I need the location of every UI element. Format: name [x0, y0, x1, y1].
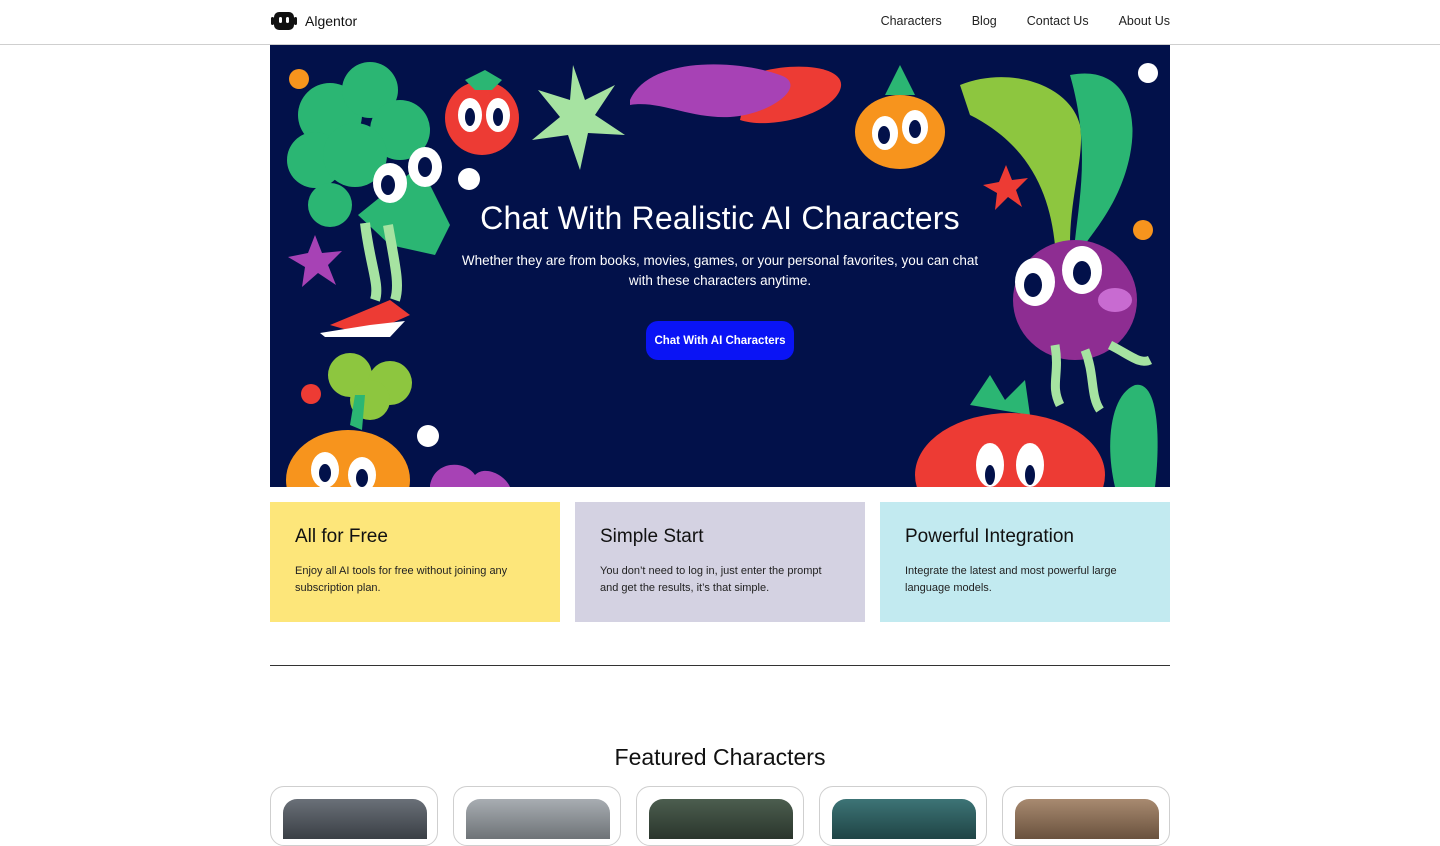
hero-title: Chat With Realistic AI Characters	[480, 200, 960, 236]
tomato-character-illustration	[445, 70, 519, 155]
feature-title: Powerful Integration	[905, 526, 1074, 547]
character-thumbnail	[832, 799, 976, 839]
nav-contact-us[interactable]: Contact Us	[1027, 14, 1089, 28]
character-card[interactable]	[270, 786, 438, 846]
hero-banner: Chat With Realistic AI Characters Whethe…	[270, 45, 1170, 487]
feature-description: You don’t need to log in, just enter the…	[600, 565, 822, 594]
features-row: All for Free Enjoy all AI tools for free…	[270, 502, 1170, 622]
white-dot-decoration	[458, 168, 480, 190]
character-thumbnail	[649, 799, 793, 839]
feature-description: Integrate the latest and most powerful l…	[905, 565, 1117, 594]
nav-about-us[interactable]: About Us	[1119, 14, 1170, 28]
site-header: Algentor Characters Blog Contact Us Abou…	[0, 0, 1440, 45]
character-thumbnail	[283, 799, 427, 839]
beet-character-illustration	[960, 73, 1153, 413]
feature-card-integration: Powerful Integration Integrate the lates…	[880, 502, 1170, 622]
feature-title: All for Free	[295, 526, 388, 547]
character-thumbnail	[1015, 799, 1159, 839]
green-leaf-decoration	[1110, 384, 1158, 487]
nav-characters[interactable]: Characters	[881, 14, 942, 28]
nav-blog[interactable]: Blog	[972, 14, 997, 28]
feature-title: Simple Start	[600, 526, 704, 547]
character-card[interactable]	[1002, 786, 1170, 846]
feature-card-free: All for Free Enjoy all AI tools for free…	[270, 502, 560, 622]
character-card[interactable]	[819, 786, 987, 846]
green-starburst-decoration	[532, 65, 625, 170]
orange-sprout-character-illustration	[286, 353, 412, 487]
character-thumbnail	[466, 799, 610, 839]
orange-character-illustration	[855, 65, 945, 169]
brand-link[interactable]: Algentor	[271, 11, 357, 31]
purple-star-decoration	[288, 235, 342, 287]
red-dot-decoration	[301, 384, 321, 404]
featured-characters-list	[270, 786, 1170, 846]
featured-characters-title: Featured Characters	[614, 744, 826, 770]
main-nav: Characters Blog Contact Us About Us	[881, 14, 1170, 28]
white-dot-decoration	[417, 425, 439, 447]
chat-with-ai-characters-button[interactable]: Chat With AI Characters	[646, 321, 794, 360]
orange-dot-decoration	[289, 69, 309, 89]
feature-description: Enjoy all AI tools for free without join…	[295, 565, 508, 594]
section-divider	[270, 665, 1170, 666]
brand-name: Algentor	[305, 13, 358, 29]
feature-card-simple-start: Simple Start You don’t need to log in, j…	[575, 502, 865, 622]
character-card[interactable]	[636, 786, 804, 846]
purple-blob-decoration	[430, 464, 510, 487]
hero-subtitle: Whether they are from books, movies, gam…	[461, 253, 979, 288]
character-card[interactable]	[453, 786, 621, 846]
robot-face-icon	[271, 12, 297, 30]
red-pepper-character-illustration	[915, 375, 1105, 487]
white-dot-decoration	[1138, 63, 1158, 83]
